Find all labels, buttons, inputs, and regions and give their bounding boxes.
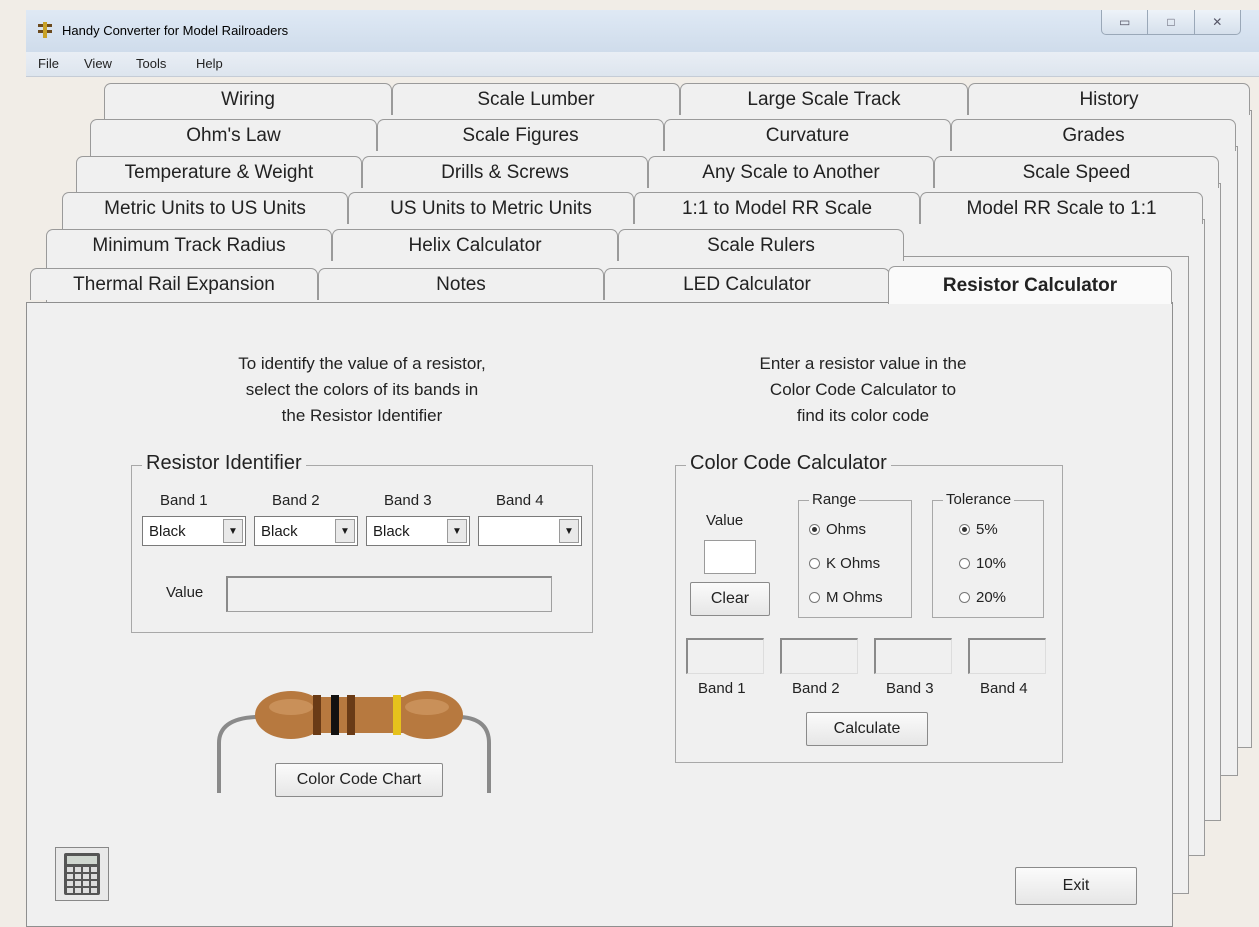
tab-history[interactable]: History xyxy=(968,83,1250,115)
menu-view[interactable]: View xyxy=(84,56,112,71)
resistor-identifier-title: Resistor Identifier xyxy=(142,452,306,475)
calc-value-label: Value xyxy=(706,512,744,529)
result-band3-label: Band 3 xyxy=(886,680,934,697)
color-code-calculator-group: Color Code Calculator Value Clear Range … xyxy=(675,452,1063,763)
window-title: Handy Converter for Model Railroaders xyxy=(62,23,289,38)
calc-value-input[interactable] xyxy=(704,540,756,574)
menu-file[interactable]: File xyxy=(38,56,59,71)
menu-help[interactable]: Help xyxy=(196,56,223,71)
tab-large-scale-track[interactable]: Large Scale Track xyxy=(680,83,968,115)
result-band4-box xyxy=(968,638,1046,674)
radio-selected-icon xyxy=(809,524,820,535)
tab-led-calculator[interactable]: LED Calculator xyxy=(604,268,890,300)
tab-grades[interactable]: Grades xyxy=(951,119,1236,151)
tab-thermal-rail-expansion[interactable]: Thermal Rail Expansion xyxy=(30,268,318,300)
radio-selected-icon xyxy=(959,524,970,535)
band4-select[interactable]: ▼ xyxy=(478,516,582,546)
band1-select[interactable]: Black ▼ xyxy=(142,516,246,546)
tab-scale-speed[interactable]: Scale Speed xyxy=(934,156,1219,188)
tab-metric-to-us[interactable]: Metric Units to US Units xyxy=(62,192,348,224)
tab-any-scale-to-another[interactable]: Any Scale to Another xyxy=(648,156,934,188)
band3-value: Black xyxy=(373,522,410,540)
chevron-down-icon: ▼ xyxy=(447,519,467,543)
range-kohms-radio[interactable]: K Ohms xyxy=(809,555,880,572)
maximize-button[interactable]: □ xyxy=(1148,10,1195,34)
tab-us-to-metric[interactable]: US Units to Metric Units xyxy=(348,192,634,224)
tolerance-5-radio[interactable]: 5% xyxy=(959,521,998,538)
band4-label: Band 4 xyxy=(496,492,544,509)
band1-label: Band 1 xyxy=(160,492,208,509)
close-button[interactable]: ✕ xyxy=(1195,10,1240,34)
railroad-crossing-icon xyxy=(38,22,52,38)
tolerance-group: Tolerance 5% 10% 20% xyxy=(932,491,1044,618)
tab-ohms-law[interactable]: Ohm's Law xyxy=(90,119,377,151)
tab-curvature[interactable]: Curvature xyxy=(664,119,951,151)
range-ohms-radio[interactable]: Ohms xyxy=(809,521,866,538)
tab-1to1-to-model[interactable]: 1:1 to Model RR Scale xyxy=(634,192,920,224)
range-title: Range xyxy=(809,491,860,508)
range-kohms-label: K Ohms xyxy=(826,555,881,572)
tab-minimum-track-radius[interactable]: Minimum Track Radius xyxy=(46,229,332,261)
menu-bar: File View Tools Help xyxy=(26,52,1259,77)
result-band2-box xyxy=(780,638,858,674)
value-label: Value xyxy=(166,584,204,601)
minimize-button[interactable]: ▭ xyxy=(1102,10,1149,34)
tab-model-to-1to1[interactable]: Model RR Scale to 1:1 xyxy=(920,192,1203,224)
calculator-icon-graphic xyxy=(64,853,100,895)
radio-icon xyxy=(959,592,970,603)
range-mohms-radio[interactable]: M Ohms xyxy=(809,589,883,606)
resistor-identifier-group: Resistor Identifier Band 1 Band 2 Band 3… xyxy=(131,452,593,633)
result-band2-label: Band 2 xyxy=(792,680,840,697)
tolerance-10-label: 10% xyxy=(976,555,1007,572)
range-ohms-label: Ohms xyxy=(826,521,867,538)
chevron-down-icon: ▼ xyxy=(559,519,579,543)
radio-icon xyxy=(809,592,820,603)
chevron-down-icon: ▼ xyxy=(223,519,243,543)
tolerance-10-radio[interactable]: 10% xyxy=(959,555,1006,572)
tab-temperature-weight[interactable]: Temperature & Weight xyxy=(76,156,362,188)
range-mohms-label: M Ohms xyxy=(826,589,883,606)
result-band1-box xyxy=(686,638,764,674)
band2-value: Black xyxy=(261,522,298,540)
range-group: Range Ohms K Ohms M Ohms xyxy=(798,491,912,618)
band2-select[interactable]: Black ▼ xyxy=(254,516,358,546)
tab-drills-screws[interactable]: Drills & Screws xyxy=(362,156,648,188)
result-band4-label: Band 4 xyxy=(980,680,1028,697)
tab-scale-figures[interactable]: Scale Figures xyxy=(377,119,664,151)
window-controls: ▭ □ ✕ xyxy=(1101,10,1241,35)
identifier-instructions: To identify the value of a resistor, sel… xyxy=(238,354,486,425)
tab-scale-rulers[interactable]: Scale Rulers xyxy=(618,229,904,261)
tolerance-20-radio[interactable]: 20% xyxy=(959,589,1006,606)
band1-value: Black xyxy=(149,522,186,540)
tolerance-5-label: 5% xyxy=(976,521,998,538)
chevron-down-icon: ▼ xyxy=(335,519,355,543)
result-band1-label: Band 1 xyxy=(698,680,746,697)
resistor-value-field xyxy=(226,576,552,612)
calculator-icon[interactable] xyxy=(55,847,109,901)
tolerance-title: Tolerance xyxy=(943,491,1015,508)
color-code-calculator-title: Color Code Calculator xyxy=(686,452,891,475)
tolerance-20-label: 20% xyxy=(976,589,1007,606)
calculate-button[interactable]: Calculate xyxy=(806,712,928,746)
tab-resistor-calculator[interactable]: Resistor Calculator xyxy=(888,266,1172,304)
color-code-chart-button[interactable]: Color Code Chart xyxy=(275,763,443,797)
tab-helix-calculator[interactable]: Helix Calculator xyxy=(332,229,618,261)
resistor-calculator-panel: To identify the value of a resistor, sel… xyxy=(26,302,1173,927)
band3-select[interactable]: Black ▼ xyxy=(366,516,470,546)
radio-icon xyxy=(959,558,970,569)
tab-scale-lumber[interactable]: Scale Lumber xyxy=(392,83,680,115)
radio-icon xyxy=(809,558,820,569)
title-bar: Handy Converter for Model Railroaders ▭ … xyxy=(26,10,1259,52)
result-band3-box xyxy=(874,638,952,674)
band3-label: Band 3 xyxy=(384,492,432,509)
tab-wiring[interactable]: Wiring xyxy=(104,83,392,115)
band2-label: Band 2 xyxy=(272,492,320,509)
calculator-instructions: Enter a resistor value in the Color Code… xyxy=(759,354,967,425)
clear-button[interactable]: Clear xyxy=(690,582,770,616)
tab-notes[interactable]: Notes xyxy=(318,268,604,300)
exit-button[interactable]: Exit xyxy=(1015,867,1137,905)
menu-tools[interactable]: Tools xyxy=(136,56,166,71)
